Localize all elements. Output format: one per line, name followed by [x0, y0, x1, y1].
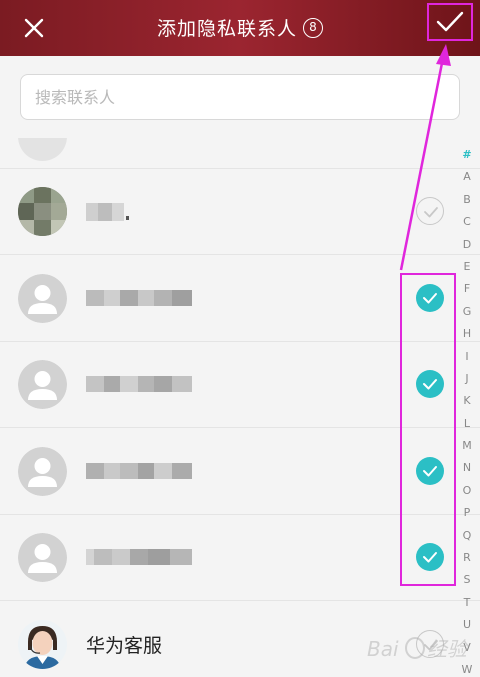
avatar	[18, 533, 67, 582]
index-letter[interactable]: K	[454, 390, 480, 412]
index-letter[interactable]: F	[454, 278, 480, 300]
search-area	[0, 56, 480, 138]
index-letter[interactable]: I	[454, 346, 480, 368]
index-letter[interactable]: J	[454, 368, 480, 390]
index-letter[interactable]: A	[454, 166, 480, 188]
index-letter[interactable]: S	[454, 569, 480, 591]
service-agent-photo	[18, 620, 67, 669]
contact-name-blurred	[86, 290, 192, 306]
checkmark-icon	[424, 207, 438, 218]
watermark-logo: Bai 经验	[367, 637, 470, 661]
default-person-icon	[18, 274, 67, 323]
contact-name: 华为客服	[86, 635, 163, 657]
checkmark-icon	[436, 11, 464, 32]
search-input[interactable]	[21, 75, 459, 119]
index-letter[interactable]: L	[454, 413, 480, 435]
page-title-group: 添加隐私联系人 8	[0, 14, 480, 41]
avatar	[18, 274, 67, 323]
avatar	[18, 138, 67, 161]
contact-name-blurred	[86, 376, 192, 392]
selected-count-badge: 8	[303, 17, 323, 38]
index-letter[interactable]: B	[454, 189, 480, 211]
index-letter[interactable]: P	[454, 502, 480, 524]
index-letter[interactable]: C	[454, 211, 480, 233]
confirm-button[interactable]	[427, 3, 473, 41]
index-letter[interactable]: Q	[454, 525, 480, 547]
annotation-highlight-box	[400, 273, 456, 586]
avatar	[18, 447, 67, 496]
index-letter[interactable]: H	[454, 323, 480, 345]
index-letter[interactable]: N	[454, 457, 480, 479]
default-person-icon	[18, 447, 67, 496]
index-letter[interactable]: D	[454, 234, 480, 256]
index-letter[interactable]: O	[454, 480, 480, 502]
svg-text:Bai: Bai	[367, 637, 399, 661]
avatar	[18, 620, 67, 669]
list-item[interactable]	[0, 169, 480, 255]
avatar	[18, 187, 67, 236]
index-letter[interactable]: T	[454, 592, 480, 614]
title-bar: 添加隐私联系人 8	[0, 0, 480, 56]
list-item[interactable]	[0, 138, 480, 169]
index-letter[interactable]: M	[454, 435, 480, 457]
page-title: 添加隐私联系人	[156, 18, 297, 40]
default-person-icon	[18, 533, 67, 582]
avatar	[18, 360, 67, 409]
svg-text:经验: 经验	[427, 637, 470, 661]
default-person-icon	[18, 360, 67, 409]
alphabet-index[interactable]: # A B C D E F G H I J K L M N O P Q R S …	[454, 144, 480, 677]
index-letter[interactable]: G	[454, 301, 480, 323]
index-letter[interactable]: E	[454, 256, 480, 278]
search-box[interactable]	[20, 74, 460, 120]
select-checkbox[interactable]	[416, 197, 444, 225]
index-letter[interactable]: R	[454, 547, 480, 569]
contact-name-blurred	[86, 203, 129, 221]
contact-name-blurred	[86, 549, 192, 565]
contact-name-blurred	[86, 463, 192, 479]
index-letter[interactable]: #	[454, 144, 480, 166]
